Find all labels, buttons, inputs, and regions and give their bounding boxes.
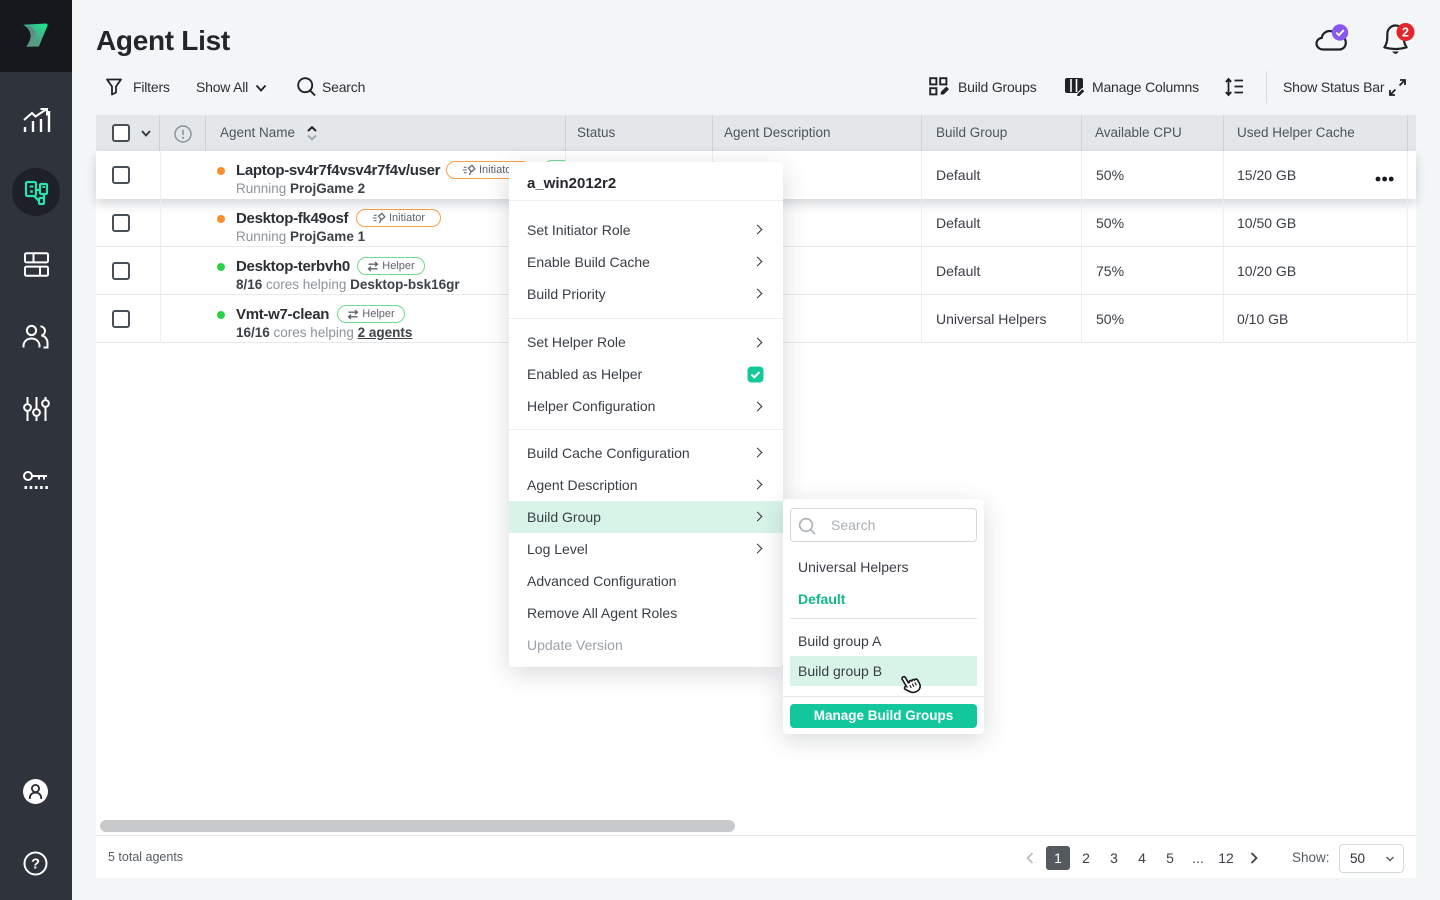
svg-text:2: 2 bbox=[1402, 25, 1409, 39]
svg-text:?: ? bbox=[31, 857, 40, 873]
